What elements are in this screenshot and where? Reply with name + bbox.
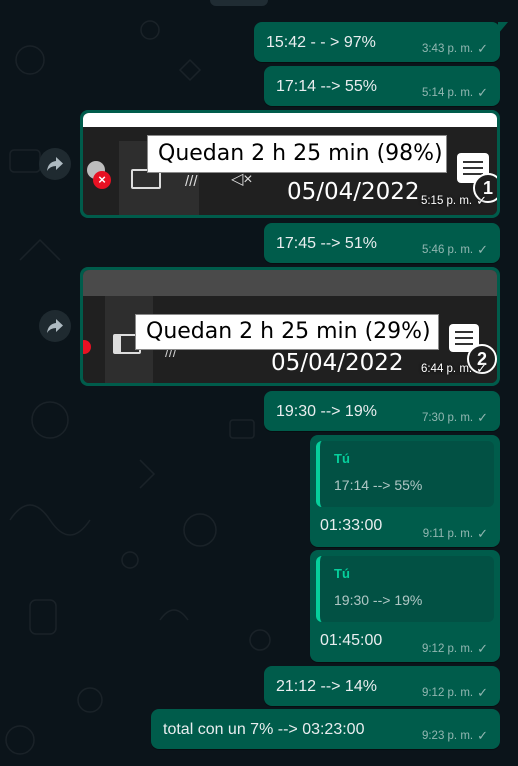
- message-text: 15:42 - - > 97%: [266, 34, 376, 51]
- image-message[interactable]: × /// ◁× Quedan 2 h 25 min (98%) 05/04/2…: [80, 110, 500, 218]
- check-icon: ✓: [477, 641, 488, 656]
- message-meta: 5:46 p. m. ✓: [422, 242, 488, 258]
- message-text: 01:45:00: [320, 632, 383, 649]
- message-time: 5:15 p. m.: [420, 195, 473, 207]
- message-time: 9:11 p. m.: [422, 528, 474, 540]
- message-bubble[interactable]: 19:30 --> 19% 7:30 p. m. ✓: [264, 391, 500, 431]
- wifi-icon: ///: [185, 173, 198, 190]
- message-bubble[interactable]: 17:14 --> 55% 5:14 p. m. ✓: [264, 66, 500, 106]
- check-icon: ✓: [477, 85, 488, 100]
- forward-icon: [47, 319, 63, 333]
- battery-tooltip: Quedan 2 h 25 min (29%): [135, 314, 439, 350]
- forward-icon: [47, 157, 63, 171]
- reply-message-bubble[interactable]: Tú 19:30 --> 19% 01:45:00 9:12 p. m. ✓: [310, 550, 500, 662]
- message-time: 9:12 p. m.: [421, 643, 474, 655]
- taskbar-screenshot[interactable]: /// Quedan 2 h 25 min (29%) 05/04/2022 2…: [83, 270, 497, 383]
- check-icon: ✓: [476, 361, 487, 376]
- message-meta: 3:43 p. m. ✓: [422, 41, 488, 57]
- reply-message-bubble[interactable]: Tú 17:14 --> 55% 01:33:00 9:11 p. m. ✓: [310, 435, 500, 547]
- message-time: 5:46 p. m.: [421, 244, 474, 256]
- message-text: 17:14 --> 55%: [276, 78, 377, 95]
- check-icon: ✓: [477, 728, 488, 743]
- message-bubble[interactable]: 21:12 --> 14% 9:12 p. m. ✓: [264, 666, 500, 706]
- quoted-text: 19:30 --> 19%: [334, 592, 423, 608]
- taskbar-screenshot[interactable]: × /// ◁× Quedan 2 h 25 min (98%) 05/04/2…: [83, 113, 497, 215]
- message-meta: 5:15 p. m. ✓: [421, 193, 487, 209]
- battery-tooltip: Quedan 2 h 25 min (98%): [147, 135, 447, 173]
- quoted-message[interactable]: Tú 19:30 --> 19%: [316, 556, 494, 622]
- message-meta: 5:14 p. m. ✓: [422, 85, 488, 101]
- quoted-text: 17:14 --> 55%: [334, 477, 423, 493]
- image-message[interactable]: /// Quedan 2 h 25 min (29%) 05/04/2022 2…: [80, 267, 500, 386]
- forward-button[interactable]: [39, 310, 71, 342]
- message-meta: 9:12 p. m. ✓: [422, 685, 488, 701]
- message-text: 17:45 --> 51%: [276, 235, 377, 252]
- quoted-author: Tú: [334, 451, 350, 466]
- screenshot-top-strip: [83, 113, 497, 127]
- message-text: 01:33:00: [320, 517, 383, 534]
- screenshot-top-strip: [83, 270, 497, 296]
- message-time: 6:44 p. m.: [420, 363, 473, 375]
- message-time: 5:14 p. m.: [421, 87, 474, 99]
- message-bubble[interactable]: total con un 7% --> 03:23:00 9:23 p. m. …: [151, 709, 500, 749]
- check-icon: ✓: [477, 41, 488, 56]
- message-time: 9:12 p. m.: [421, 687, 474, 699]
- message-text: 21:12 --> 14%: [276, 678, 377, 695]
- quoted-author: Tú: [334, 566, 350, 581]
- quoted-message[interactable]: Tú 17:14 --> 55%: [316, 441, 494, 507]
- message-meta: 9:11 p. m. ✓: [423, 526, 488, 542]
- date-pill-edge: [210, 0, 268, 6]
- check-icon: ✓: [477, 410, 488, 425]
- check-icon: ✓: [477, 526, 488, 541]
- message-meta: 6:44 p. m. ✓: [421, 361, 487, 377]
- taskbar-date: 05/04/2022: [271, 350, 404, 376]
- forward-button[interactable]: [39, 148, 71, 180]
- taskbar-date: 05/04/2022: [287, 179, 420, 205]
- bubble-tail: [498, 22, 508, 34]
- check-icon: ✓: [476, 193, 487, 208]
- message-time: 9:23 p. m.: [421, 730, 474, 742]
- message-meta: 9:12 p. m. ✓: [422, 641, 488, 657]
- message-meta: 9:23 p. m. ✓: [422, 728, 488, 744]
- message-meta: 7:30 p. m. ✓: [422, 410, 488, 426]
- message-bubble[interactable]: 15:42 - - > 97% 3:43 p. m. ✓: [254, 22, 508, 62]
- message-text: total con un 7% --> 03:23:00: [163, 721, 365, 738]
- message-bubble[interactable]: 17:45 --> 51% 5:46 p. m. ✓: [264, 223, 500, 263]
- message-time: 7:30 p. m.: [421, 412, 474, 424]
- check-icon: ✓: [477, 685, 488, 700]
- error-badge-icon: ×: [93, 171, 111, 189]
- check-icon: ✓: [477, 242, 488, 257]
- message-text: 19:30 --> 19%: [276, 403, 377, 420]
- message-time: 3:43 p. m.: [421, 43, 474, 55]
